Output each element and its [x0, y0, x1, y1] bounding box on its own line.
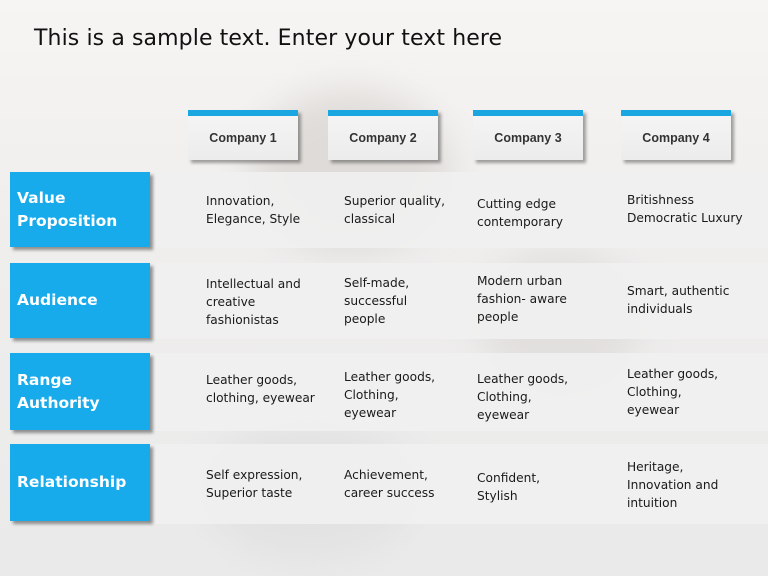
row-label-text: Relationship — [17, 473, 127, 491]
table-cell: Intellectual and creative fashionistas — [206, 277, 301, 327]
slide-title: This is a sample text. Enter your text h… — [34, 26, 503, 51]
column-header-company-3: Company 3 — [473, 110, 583, 160]
table-cell: Cutting edge contemporary — [477, 197, 563, 229]
column-header-company-2: Company 2 — [328, 110, 438, 160]
row-label-relationship: Relationship — [10, 444, 150, 521]
row-label-text: Value Proposition — [17, 188, 118, 230]
table-cell: Smart, authentic individuals — [627, 284, 730, 316]
table-cell: Superior quality, classical — [344, 194, 445, 226]
row-label-audience: Audience — [10, 263, 150, 338]
table-cell: Confident, Stylish — [477, 471, 540, 503]
table-cell: Britishness Democratic Luxury — [627, 193, 743, 225]
table-cell: Leather goods, Clothing, eyewear — [627, 367, 719, 417]
table-cell: Heritage, Innovation and intuition — [627, 460, 719, 510]
column-header-company-4: Company 4 — [621, 110, 731, 160]
table-cell: Leather goods, clothing, eyewear — [206, 373, 315, 405]
row-label-text: Audience — [17, 291, 98, 309]
row-label-range-authority: Range Authority — [10, 353, 150, 430]
table-cell: Leather goods, Clothing, eyewear — [477, 372, 569, 422]
table-cell: Achievement, career success — [344, 468, 435, 500]
table-cell: Self-made, successful people — [344, 276, 410, 326]
row-label-value-proposition: Value Proposition — [10, 172, 150, 247]
table-cell: Modern urban fashion- aware people — [477, 274, 567, 324]
column-header-company-1: Company 1 — [188, 110, 298, 160]
row-label-text: Range Authority — [17, 370, 100, 412]
table-cell: Self expression, Superior taste — [206, 468, 303, 500]
table-cell: Innovation, Elegance, Style — [206, 194, 301, 226]
table-cell: Leather goods, Clothing, eyewear — [344, 370, 436, 420]
